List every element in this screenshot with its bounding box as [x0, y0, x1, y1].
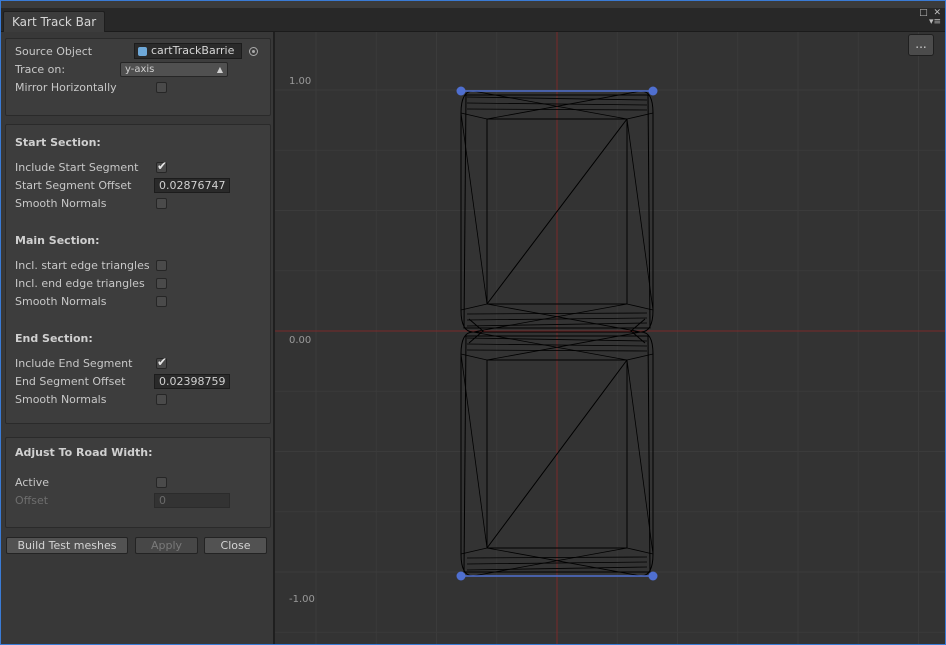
axis-label-bottom: -1.00	[289, 594, 315, 605]
mesh-edge	[460, 353, 488, 361]
object-picker-icon[interactable]	[249, 47, 258, 56]
trace-handle	[648, 86, 658, 96]
active-checkbox[interactable]	[156, 477, 167, 488]
source-object-value: cartTrackBarrie	[151, 44, 235, 57]
end-edge-triangles-label: Incl. end edge triangles	[15, 277, 145, 290]
adjust-group: Adjust To Road Width: Active Offset 0	[5, 437, 271, 528]
trace-handle	[456, 571, 466, 581]
mesh-strip	[466, 312, 648, 315]
end-smooth-normals-label: Smooth Normals	[15, 393, 107, 406]
include-start-segment-checkbox[interactable]	[156, 159, 167, 173]
adjust-offset-field[interactable]: 0	[154, 493, 230, 508]
mirror-horizontally-label: Mirror Horizontally	[15, 81, 117, 94]
end-section-header: End Section:	[15, 332, 93, 345]
apply-button[interactable]: Apply	[135, 537, 198, 554]
maximize-icon[interactable]: □	[919, 8, 928, 18]
window-tab[interactable]: Kart Track Bar	[3, 11, 106, 32]
mesh-strip	[466, 556, 648, 559]
mirror-horizontally-checkbox[interactable]	[156, 82, 167, 93]
end-segment-offset-field[interactable]: 0.02398759	[154, 374, 230, 389]
start-smooth-normals-label: Smooth Normals	[15, 197, 107, 210]
source-group: Source Object cartTrackBarrie Trace on: …	[5, 38, 271, 116]
adjust-offset-label: Offset	[15, 494, 49, 507]
trace-axis-dropdown[interactable]: y-axis ▲	[120, 62, 228, 77]
start-segment-offset-field[interactable]: 0.02876747	[154, 178, 230, 193]
mesh-edge	[626, 112, 654, 120]
build-test-meshes-button[interactable]: Build Test meshes	[6, 537, 128, 554]
trace-on-label: Trace on:	[15, 63, 66, 76]
mesh-strip	[466, 108, 648, 111]
editor-window: Kart Track Bar □ ✕ ▾≡ Source Object cart…	[0, 0, 946, 645]
axis-label-top: 1.00	[289, 76, 312, 87]
mesh-edge	[460, 303, 488, 311]
mesh-preview[interactable]: 1.00 0.00 -1.00 ...	[275, 32, 945, 644]
close-button[interactable]: Close	[204, 537, 267, 554]
start-edge-triangles-label: Incl. start edge triangles	[15, 259, 150, 272]
main-smooth-normals-checkbox[interactable]	[156, 296, 167, 307]
sections-group: Start Section: Include Start Segment Sta…	[5, 124, 271, 424]
mesh-edge	[626, 547, 654, 555]
include-end-segment-label: Include End Segment	[15, 357, 133, 370]
source-object-field[interactable]: cartTrackBarrie	[134, 43, 242, 59]
active-label: Active	[15, 476, 50, 489]
trace-axis-value: y-axis	[125, 64, 155, 75]
end-smooth-normals-checkbox[interactable]	[156, 394, 167, 405]
axis-label-zero: 0.00	[289, 335, 312, 346]
start-edge-triangles-checkbox[interactable]	[156, 260, 167, 271]
mesh-edge	[626, 303, 654, 311]
main-section-header: Main Section:	[15, 234, 100, 247]
mesh-strip	[466, 349, 648, 352]
end-edge-triangles-checkbox[interactable]	[156, 278, 167, 289]
dropdown-arrows-icon: ▲	[216, 65, 223, 74]
mesh-edge	[460, 112, 488, 120]
mesh-edge	[460, 547, 488, 555]
preview-options-button[interactable]: ...	[908, 34, 934, 56]
mesh-edge	[626, 353, 654, 361]
include-start-segment-label: Include Start Segment	[15, 161, 139, 174]
preview-canvas	[275, 32, 945, 644]
trace-handle	[648, 571, 658, 581]
source-object-label: Source Object	[15, 45, 93, 58]
main-smooth-normals-label: Smooth Normals	[15, 295, 107, 308]
title-bar: Kart Track Bar □ ✕ ▾≡	[1, 8, 945, 32]
mesh-icon	[138, 47, 147, 56]
trace-handle	[456, 86, 466, 96]
window-controls: □ ✕ ▾≡	[919, 9, 941, 27]
include-end-segment-checkbox[interactable]	[156, 355, 167, 369]
menu-icon[interactable]: ▾≡	[929, 17, 941, 27]
start-segment-offset-label: Start Segment Offset	[15, 179, 132, 192]
adjust-road-width-header: Adjust To Road Width:	[15, 446, 153, 459]
start-section-header: Start Section:	[15, 136, 101, 149]
start-smooth-normals-checkbox[interactable]	[156, 198, 167, 209]
end-segment-offset-label: End Segment Offset	[15, 375, 126, 388]
